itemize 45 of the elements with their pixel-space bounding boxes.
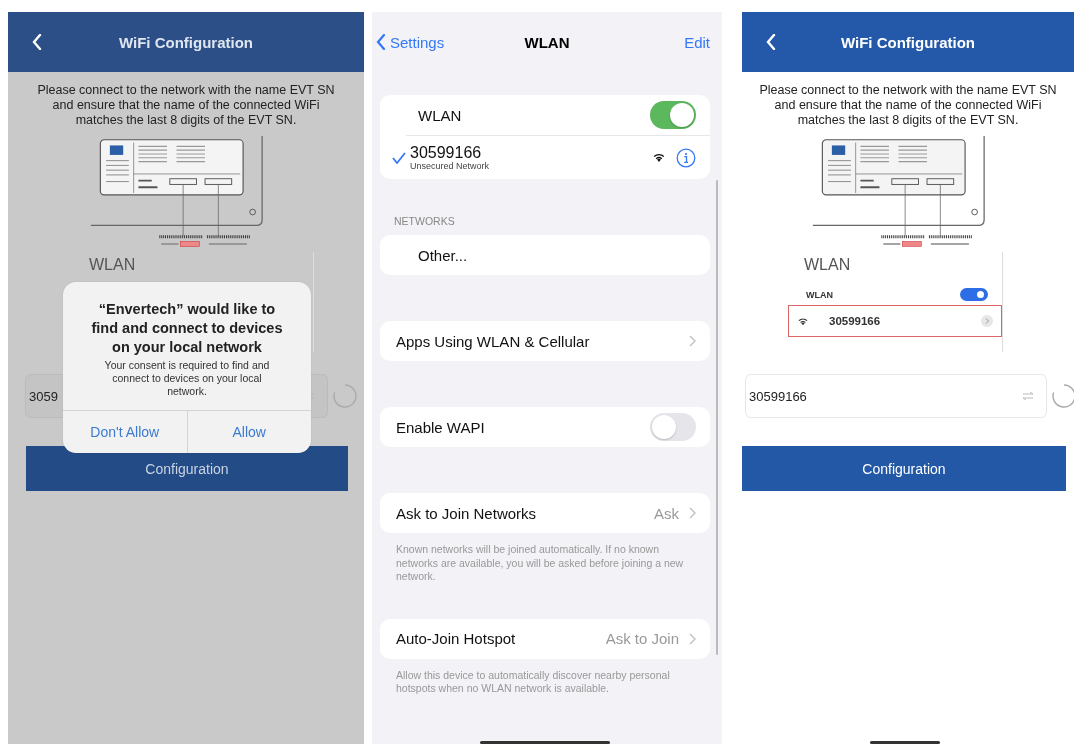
screen-title: WiFi Configuration: [841, 33, 975, 51]
toggle-switch[interactable]: [650, 413, 696, 441]
setting-label: WLAN: [418, 106, 463, 124]
back-icon[interactable]: [766, 34, 776, 50]
dialog-message: Your consent is required to find and connect to devices on your local network.: [103, 359, 271, 398]
setting-label: Apps Using WLAN & Cellular: [396, 332, 591, 350]
screen-title: WiFi Configuration: [119, 33, 253, 51]
section-header: NETWORKS: [394, 215, 456, 227]
chevron-icon: [376, 34, 386, 50]
chevron-icon[interactable]: [689, 507, 696, 519]
setting-label: Enable WAPI: [396, 418, 486, 436]
wifi-icon: [797, 316, 809, 326]
refresh-icon[interactable]: [332, 383, 358, 409]
swap-icon[interactable]: [1022, 391, 1034, 401]
network-security: Unsecured Network: [410, 161, 491, 171]
back-link[interactable]: Settings: [376, 33, 445, 51]
back-icon[interactable]: [32, 34, 42, 50]
instruction-text: Please connect to the network with the name EVT SN and ensure that the name of the connected WiFi matches the last 8 digits of the EVT SN.: [36, 83, 336, 128]
setting-label: Ask to Join Networks: [396, 504, 538, 522]
configuration-button[interactable]: Configuration: [742, 446, 1066, 491]
chevron-icon[interactable]: [689, 632, 696, 645]
screen-title: WLAN: [523, 33, 571, 51]
instruction-text: Please connect to the network with the name EVT SN and ensure that the name of the connected WiFi matches the last 8 digits of the EVT SN.: [758, 83, 1058, 128]
dialog-title: “Envertech” would like to find and connect to devices on your local network: [90, 300, 284, 357]
setting-label: Auto-Join Hotspot: [396, 630, 517, 647]
wifi-icon: [652, 152, 666, 163]
setting-label: Other...: [418, 246, 469, 264]
home-indicator: [870, 741, 940, 744]
refresh-icon[interactable]: [1051, 383, 1074, 409]
footer-note: Allow this device to automatically discover nearby personal hotspots when no WLAN network is available.: [396, 668, 671, 696]
setting-value: Ask to Join: [605, 630, 679, 647]
info-icon[interactable]: [676, 147, 696, 168]
chevron-icon: [981, 315, 993, 327]
inset-heading: WLAN: [89, 256, 137, 274]
inset-heading: WLAN: [804, 256, 852, 274]
toggle-switch[interactable]: [650, 101, 696, 129]
ssid-field[interactable]: 30599166: [745, 374, 1047, 418]
network-name: 30599166: [829, 315, 882, 327]
dialog-button[interactable]: Allow: [186, 411, 311, 453]
footer-note: Known networks will be joined automatically. If no known networks are available, you will be asked before joining a new network.: [396, 543, 685, 584]
setting-label: WLAN: [806, 289, 833, 300]
chevron-icon[interactable]: [689, 335, 696, 347]
edit-link[interactable]: Edit: [684, 33, 710, 51]
setting-value: Ask: [654, 504, 679, 522]
network-name[interactable]: 30599166: [410, 144, 652, 161]
